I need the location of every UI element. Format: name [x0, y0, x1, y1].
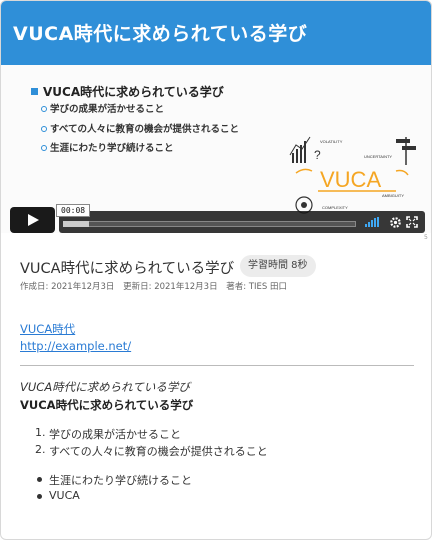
- video-player[interactable]: VUCA時代に求められている学び VUCA時代に求められている学び 学びの成果が…: [1, 1, 431, 233]
- divider: [20, 365, 414, 366]
- slide-heading: VUCA時代に求められている学び: [31, 83, 224, 100]
- vuca-illustration: VOLATILITY ? UNCERTAINTY VUCA AMBIGUITY …: [289, 136, 416, 214]
- list-number: 2.: [35, 443, 46, 456]
- link-vuca-era[interactable]: VUCA時代: [20, 321, 75, 337]
- current-time: 00:08: [56, 204, 91, 217]
- lesson-card: VUCA時代に求められている学び VUCA時代に求められている学び 学びの成果が…: [0, 0, 432, 540]
- page-marker: 5: [424, 234, 428, 241]
- fullscreen-icon[interactable]: [406, 216, 418, 228]
- duration-badge: 学習時間 8秒: [240, 255, 316, 277]
- updated-date: 更新日: 2021年12月3日: [123, 282, 218, 292]
- link-example-url[interactable]: http://example.net/: [20, 339, 131, 353]
- slide-item-text: 学びの成果が活かせること: [50, 104, 165, 115]
- bullet-dot: [37, 494, 42, 499]
- list-number: 1.: [35, 426, 46, 439]
- arrow-left-top: [295, 168, 313, 174]
- volatility-label: VOLATILITY: [320, 139, 343, 144]
- ring-bullet-icon: [41, 126, 47, 132]
- slide-heading-text: VUCA時代に求められている学び: [43, 85, 224, 99]
- ring-bullet-icon: [41, 106, 47, 112]
- lesson-title: VUCA時代に求められている学び: [20, 261, 235, 277]
- vuca-center-label: VUCA: [320, 167, 381, 192]
- slide-title: VUCA時代に求められている学び: [13, 23, 308, 45]
- play-button[interactable]: [10, 207, 55, 233]
- lesson-meta: 作成日: 2021年12月3日 更新日: 2021年12月3日 著者: TIES…: [20, 280, 293, 292]
- bullet-list-item: 生涯にわたり学び続けること: [49, 474, 192, 487]
- gear-hub: [301, 202, 307, 208]
- chart-bars-icon: [289, 136, 311, 163]
- settings-gear-icon[interactable]: [389, 216, 402, 229]
- play-icon: [27, 214, 39, 226]
- ambiguity-label: AMBIGUITY: [382, 193, 404, 198]
- arrow-right-top: [395, 169, 409, 176]
- slide-item: すべての人々に教育の機会が提供されること: [41, 121, 239, 135]
- progress-bar[interactable]: [63, 221, 356, 227]
- ring-bullet-icon: [41, 145, 47, 151]
- square-bullet-icon: [31, 88, 38, 95]
- slide-item-text: すべての人々に教育の機会が提供されること: [50, 124, 239, 135]
- ordered-list-item: すべての人々に教育の機会が提供されること: [49, 445, 268, 458]
- bold-heading: VUCA時代に求められている学び: [20, 398, 194, 412]
- slide-banner: VUCA時代に求められている学び: [1, 1, 431, 65]
- created-date: 作成日: 2021年12月3日: [20, 282, 115, 292]
- author: 著者: TIES 田口: [226, 282, 288, 292]
- italic-heading: VUCA時代に求められている学び: [20, 380, 190, 394]
- question-icon: ?: [314, 148, 321, 162]
- uncertainty-label: UNCERTAINTY: [364, 154, 392, 159]
- signpost-icon: [396, 137, 416, 165]
- bullet-list-item: VUCA: [49, 489, 80, 502]
- ordered-list-item: 学びの成果が活かせること: [49, 428, 181, 441]
- volume-icon[interactable]: [365, 217, 381, 227]
- slide-item: 生涯にわたり学び続けること: [41, 140, 174, 154]
- slide-item-text: 生涯にわたり学び続けること: [50, 143, 174, 154]
- slide-item: 学びの成果が活かせること: [41, 101, 164, 115]
- complexity-label: COMPLEXITY: [322, 205, 348, 210]
- bullet-dot: [37, 477, 42, 482]
- progress-fill: [63, 221, 89, 227]
